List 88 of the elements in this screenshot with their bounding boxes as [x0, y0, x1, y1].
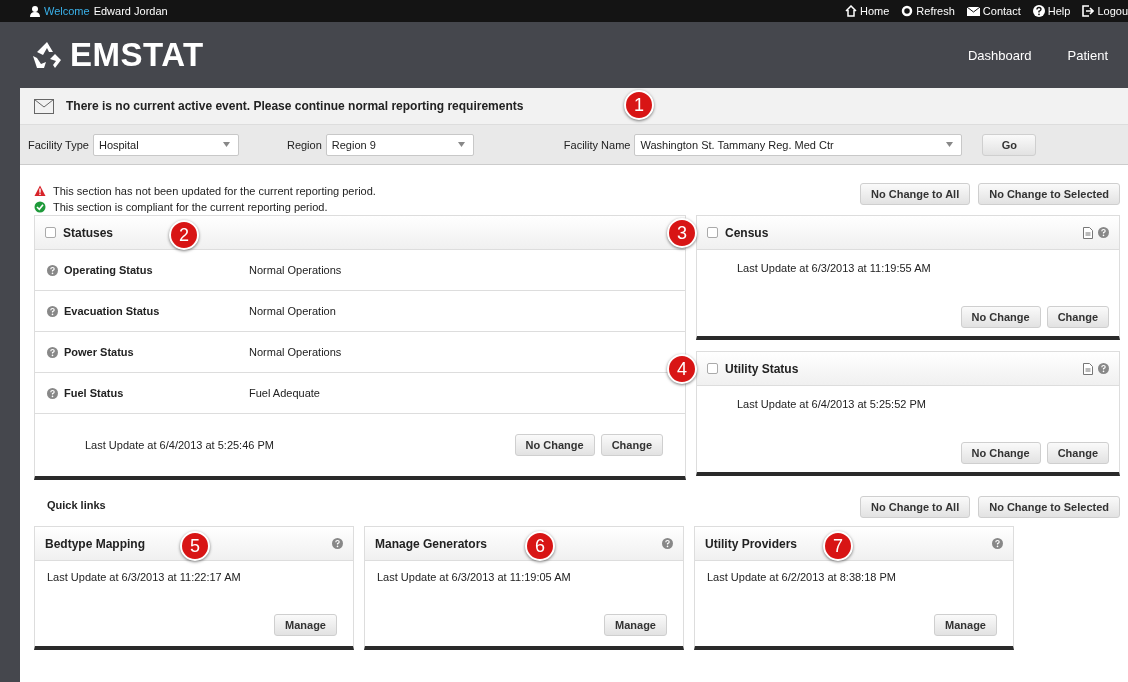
document-icon — [1083, 362, 1093, 375]
panel-button[interactable]: Change — [600, 434, 663, 456]
document-icon — [1083, 226, 1093, 239]
help-icon — [47, 387, 58, 399]
panel-title: Census — [725, 225, 769, 240]
last-update-text: Last Update at 6/3/2013 at 11:19:55 AM — [737, 262, 932, 274]
top-nav-link[interactable]: Help — [1032, 5, 1071, 17]
help-icon — [1032, 5, 1045, 17]
legend-text: This section is compliant for the current reporting period. — [53, 201, 328, 213]
home-icon — [845, 5, 857, 17]
panel-title: Utility Providers — [705, 536, 798, 551]
top-nav-link[interactable]: Contact — [966, 5, 1021, 17]
caret-icon — [946, 142, 954, 147]
status-value: Normal Operations — [249, 264, 342, 276]
status-label: Power Status — [64, 346, 134, 358]
top-nav-link[interactable]: Refresh — [901, 5, 955, 17]
section-heading: Quick links — [47, 499, 106, 511]
user-name: Edward Jordan — [93, 5, 168, 17]
number-marker: 2 — [169, 220, 199, 250]
manage-button[interactable]: Manage — [274, 614, 337, 636]
help-icon — [992, 538, 1003, 549]
alert-message: There is no current active event. Please continue normal reporting requirements — [66, 99, 524, 113]
dropdown[interactable]: Hospital — [92, 133, 239, 156]
manage-button[interactable]: Manage — [934, 614, 997, 636]
last-update-text: Last Update at 6/4/2013 at 5:25:52 PM — [737, 398, 927, 410]
dropdown[interactable]: Washington St. Tammany Reg. Med Ctr — [634, 133, 963, 156]
number-marker: 7 — [823, 531, 853, 561]
logout-icon — [1082, 5, 1095, 17]
top-nav-link[interactable]: Home — [845, 5, 890, 17]
panel-title: Bedtype Mapping — [45, 536, 145, 551]
panel-button[interactable]: No Change — [960, 442, 1041, 464]
help-icon — [332, 538, 343, 549]
number-marker: 3 — [667, 218, 697, 248]
filter-label: Facility Type — [28, 138, 89, 151]
status-label: Evacuation Status — [64, 305, 160, 317]
nav-link[interactable]: Dashboard — [967, 47, 1032, 63]
checkbox[interactable] — [45, 227, 56, 238]
warning-icon — [34, 185, 46, 197]
panel-button[interactable]: Change — [1046, 306, 1109, 328]
status-value: Normal Operations — [249, 346, 342, 358]
logo-text: EMSTAT — [70, 36, 204, 74]
dropdown[interactable]: Region 9 — [325, 133, 474, 156]
panel-button[interactable]: No Change — [514, 434, 595, 456]
status-label: Fuel Status — [64, 387, 124, 399]
panel-button[interactable]: No Change — [960, 306, 1041, 328]
number-marker: 5 — [180, 531, 210, 561]
help-icon — [1098, 227, 1109, 238]
filter-label: Facility Name — [563, 138, 631, 151]
panel-title: Statuses — [63, 225, 114, 240]
last-update-text: Last Update at 6/2/2013 at 8:38:18 PM — [707, 571, 897, 583]
legend-text: This section has not been updated for the current reporting period. — [53, 185, 376, 197]
user-icon — [30, 5, 40, 17]
bulk-action-button[interactable]: No Change to Selected — [978, 183, 1120, 205]
caret-icon — [222, 142, 230, 147]
status-value: Fuel Adequate — [249, 387, 320, 399]
number-marker: 6 — [525, 531, 555, 561]
go-button[interactable]: Go — [982, 133, 1037, 156]
help-icon — [47, 305, 58, 317]
bulk-action-button[interactable]: No Change to Selected — [978, 496, 1120, 518]
panel-title: Manage Generators — [375, 536, 488, 551]
checkbox[interactable] — [707, 227, 718, 238]
filter-label: Region — [286, 138, 322, 151]
help-icon — [47, 346, 58, 358]
last-update-text: Last Update at 6/4/2013 at 5:25:46 PM — [85, 439, 274, 451]
panel-button[interactable]: Change — [1046, 442, 1109, 464]
nav-link[interactable]: Patient — [1067, 47, 1108, 63]
envelope-icon — [34, 98, 54, 114]
help-icon — [47, 264, 58, 276]
refresh-icon — [901, 5, 914, 17]
checkbox[interactable] — [707, 363, 718, 374]
last-update-text: Last Update at 6/3/2013 at 11:19:05 AM — [377, 571, 572, 583]
top-nav-link[interactable]: Logou — [1082, 5, 1128, 17]
help-icon — [1098, 363, 1109, 374]
bulk-action-button[interactable]: No Change to All — [860, 183, 971, 205]
envelope-icon — [966, 5, 980, 17]
status-label: Operating Status — [64, 264, 153, 276]
caret-icon — [457, 142, 465, 147]
manage-button[interactable]: Manage — [604, 614, 667, 636]
last-update-text: Last Update at 6/3/2013 at 11:22:17 AM — [47, 571, 242, 583]
number-marker: 4 — [667, 354, 697, 384]
help-icon — [662, 538, 673, 549]
number-marker: 1 — [624, 90, 654, 120]
recycle-logo-icon — [32, 41, 62, 69]
bulk-action-button[interactable]: No Change to All — [860, 496, 971, 518]
welcome-label: Welcome — [44, 5, 90, 17]
status-value: Normal Operation — [249, 305, 336, 317]
check-circle-icon — [34, 201, 46, 213]
panel-title: Utility Status — [725, 361, 799, 376]
